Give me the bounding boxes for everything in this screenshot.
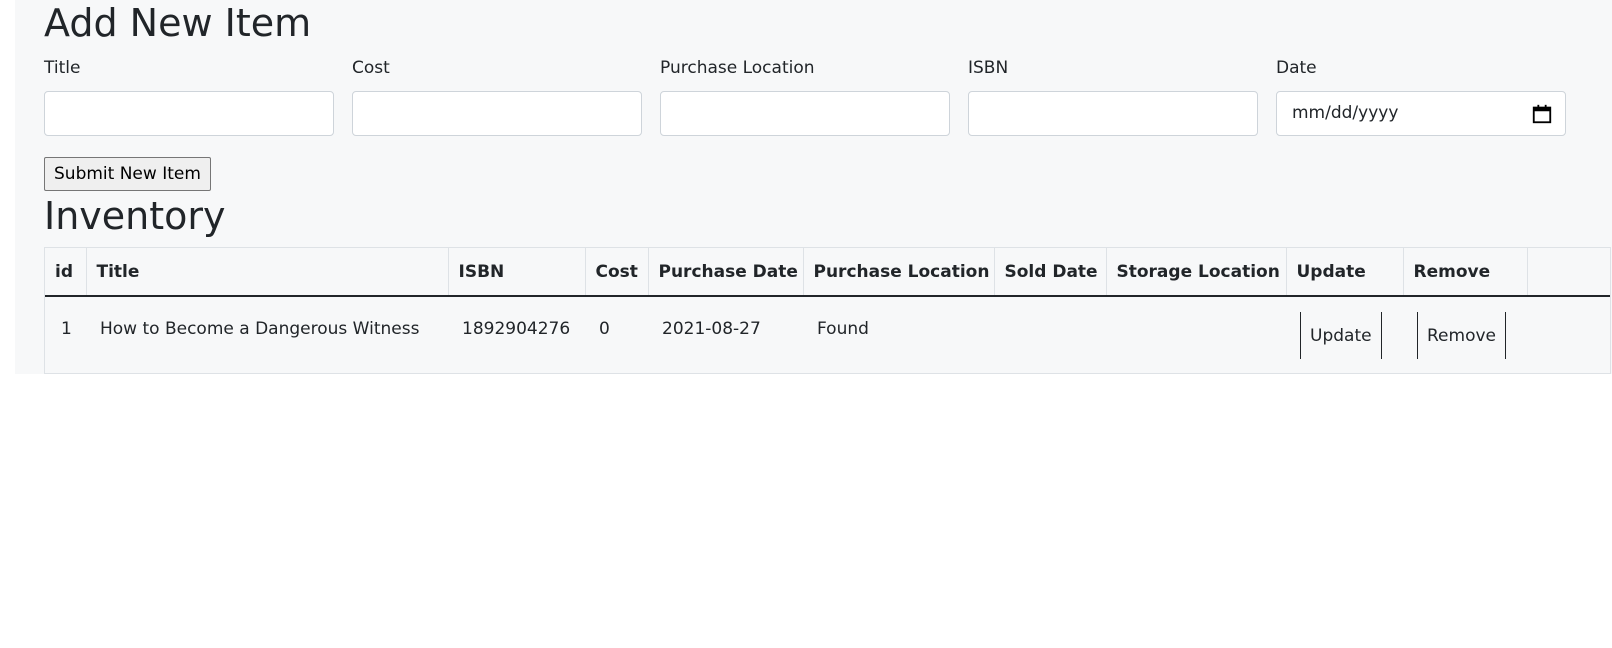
table-row: 1 How to Become a Dangerous Witness 1892… bbox=[45, 296, 1610, 373]
add-item-form: Title Cost Purchase Location ISBN Date m… bbox=[44, 56, 1611, 138]
cell-sold-date bbox=[994, 296, 1106, 373]
column-header-sold-date: Sold Date bbox=[994, 248, 1107, 297]
purchase-location-input[interactable] bbox=[661, 92, 949, 135]
column-header-purchase-location: Purchase Location bbox=[803, 248, 995, 297]
cost-input[interactable] bbox=[353, 92, 641, 135]
cost-label: Cost bbox=[352, 58, 390, 78]
date-input-value: mm/dd/yyyy bbox=[1292, 103, 1399, 123]
cell-purchase-date: 2021-08-27 bbox=[662, 319, 761, 339]
inventory-table: id Title ISBN Cost Purchase Date Purchas… bbox=[45, 248, 1610, 373]
calendar-icon[interactable] bbox=[1531, 103, 1553, 125]
add-item-heading: Add New Item bbox=[44, 1, 312, 45]
title-label: Title bbox=[44, 58, 81, 78]
inventory-table-container: id Title ISBN Cost Purchase Date Purchas… bbox=[44, 247, 1611, 374]
isbn-input[interactable] bbox=[969, 92, 1257, 135]
purchase-location-label: Purchase Location bbox=[660, 58, 815, 78]
cell-purchase-location: Found bbox=[817, 319, 869, 339]
column-header-update: Update bbox=[1286, 248, 1404, 297]
cell-id: 1 bbox=[61, 319, 72, 339]
column-header-empty bbox=[1527, 248, 1610, 297]
remove-button[interactable]: Remove bbox=[1417, 312, 1506, 359]
purchase-location-field-group: Purchase Location bbox=[660, 56, 950, 136]
column-header-title: Title bbox=[86, 248, 449, 297]
cell-title: How to Become a Dangerous Witness bbox=[100, 319, 420, 339]
cell-cost: 0 bbox=[599, 319, 610, 339]
submit-new-item-button[interactable]: Submit New Item bbox=[44, 157, 211, 191]
column-header-purchase-date: Purchase Date bbox=[648, 248, 804, 297]
date-field-group: Date mm/dd/yyyy bbox=[1276, 56, 1566, 136]
cell-update: Update bbox=[1286, 296, 1403, 373]
date-label: Date bbox=[1276, 58, 1317, 78]
isbn-field-group: ISBN bbox=[968, 56, 1258, 136]
cell-remove: Remove bbox=[1403, 296, 1527, 373]
inventory-heading: Inventory bbox=[44, 194, 226, 238]
cell-storage-location bbox=[1106, 296, 1286, 373]
column-header-id: id bbox=[45, 248, 87, 297]
column-header-isbn: ISBN bbox=[448, 248, 586, 297]
cell-isbn: 1892904276 bbox=[462, 319, 571, 339]
column-header-remove: Remove bbox=[1403, 248, 1528, 297]
table-header-row: id Title ISBN Cost Purchase Date Purchas… bbox=[45, 248, 1610, 297]
cell-empty bbox=[1527, 296, 1610, 373]
title-field-group: Title bbox=[44, 56, 334, 136]
date-input[interactable]: mm/dd/yyyy bbox=[1276, 91, 1566, 136]
column-header-storage-location: Storage Location bbox=[1106, 248, 1287, 297]
update-button[interactable]: Update bbox=[1300, 312, 1382, 359]
cost-field-group: Cost bbox=[352, 56, 642, 136]
page-panel: Add New Item Title Cost Purchase Locatio… bbox=[15, 0, 1612, 374]
column-header-cost: Cost bbox=[585, 248, 649, 297]
isbn-label: ISBN bbox=[968, 58, 1009, 78]
title-input[interactable] bbox=[45, 92, 333, 135]
